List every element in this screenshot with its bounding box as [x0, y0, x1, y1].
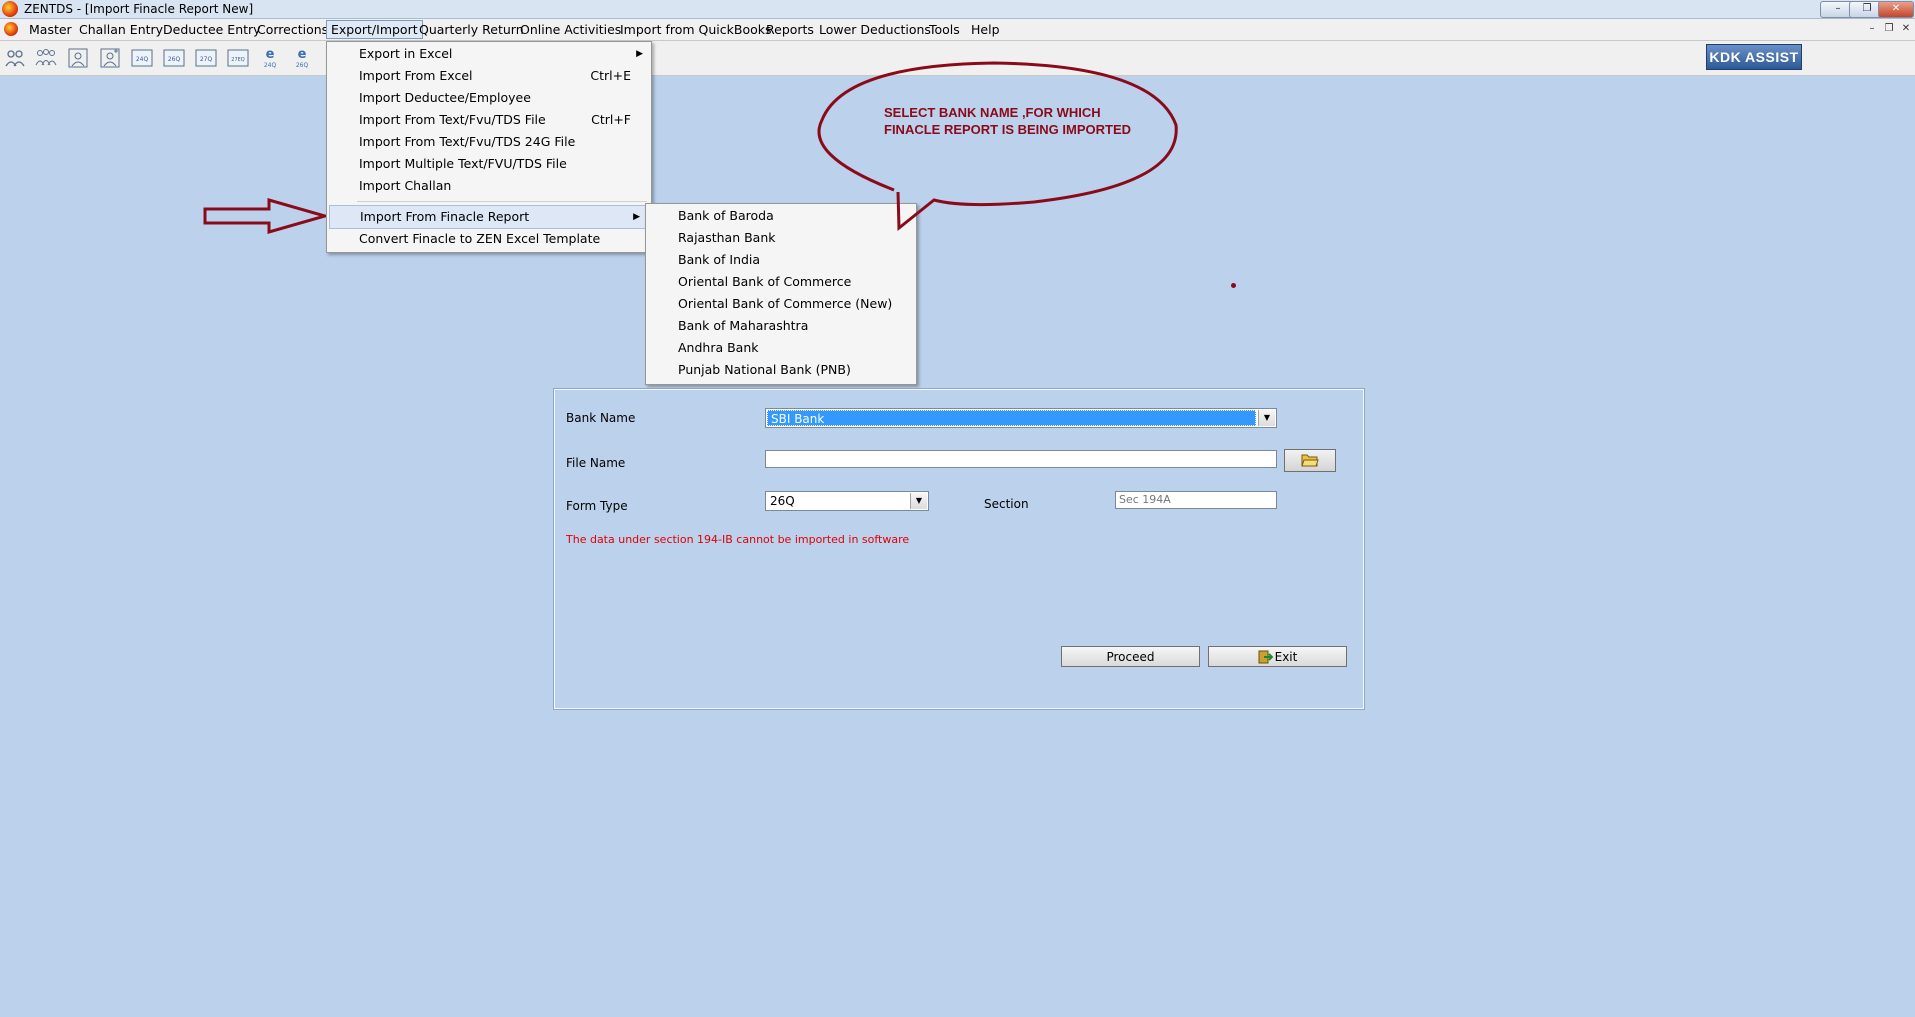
callout-line-1: SELECT BANK NAME ,FOR WHICH — [884, 105, 1101, 120]
submenu-arrow-icon: ▶ — [636, 49, 643, 59]
menu-import-multiple[interactable]: Import Multiple Text/FVU/TDS File — [327, 153, 651, 175]
svg-text:27EQ: 27EQ — [231, 57, 245, 63]
form-27eq-icon[interactable]: 27EQ — [227, 47, 249, 69]
menu-import-challan[interactable]: Import Challan — [327, 175, 651, 197]
red-arrow-annotation — [203, 198, 329, 234]
bank-item-obc[interactable]: Oriental Bank of Commerce — [646, 271, 916, 293]
file-name-input[interactable] — [765, 450, 1277, 468]
bank-item-maharashtra[interactable]: Bank of Maharashtra — [646, 315, 916, 337]
menu-quarterly-return[interactable]: Quarterly Return — [415, 21, 528, 38]
form-type-label: Form Type — [566, 499, 628, 513]
menu-export-import[interactable]: Export/Import — [326, 20, 423, 39]
exit-icon — [1258, 650, 1274, 664]
title-bar: ZENTDS - [Import Finacle Report New] – ❐… — [0, 0, 1915, 19]
menu-import-text-fvu[interactable]: Import From Text/Fvu/TDS File Ctrl+F — [327, 109, 651, 131]
chevron-down-icon[interactable]: ▼ — [910, 493, 927, 509]
svg-text:27Q: 27Q — [200, 56, 213, 63]
bank-item-pnb[interactable]: Punjab National Bank (PNB) — [646, 359, 916, 381]
bank-item-andhra[interactable]: Andhra Bank — [646, 337, 916, 359]
bank-item-india[interactable]: Bank of India — [646, 249, 916, 271]
form-type-value: 26Q — [770, 494, 795, 508]
mdi-close-icon[interactable]: ✕ — [1899, 22, 1913, 36]
menu-import-quickbooks[interactable]: Import from QuickBooks — [616, 21, 776, 38]
app-icon — [2, 1, 18, 17]
form-27q-icon[interactable]: 27Q — [195, 47, 217, 69]
section-label: Section — [984, 497, 1029, 511]
menu-reports[interactable]: Reports — [762, 21, 818, 38]
section-input[interactable]: Sec 194A — [1115, 491, 1277, 509]
menu-import-from-excel[interactable]: Import From Excel Ctrl+E — [327, 65, 651, 87]
file-name-label: File Name — [566, 456, 626, 470]
form-type-select[interactable]: 26Q ▼ — [765, 491, 929, 511]
menu-master[interactable]: Master — [25, 21, 76, 38]
menu-convert-finacle[interactable]: Convert Finacle to ZEN Excel Template — [327, 228, 651, 250]
menu-import-deductee[interactable]: Import Deductee/Employee — [327, 87, 651, 109]
annotation-dot — [1231, 283, 1236, 288]
proceed-label: Proceed — [1106, 650, 1155, 664]
exit-button[interactable]: Exit — [1208, 646, 1347, 667]
menu-import-finacle[interactable]: Import From Finacle Report ▶ — [329, 205, 649, 229]
menu-corrections[interactable]: Corrections — [253, 21, 332, 38]
bank-item-obc-new[interactable]: Oriental Bank of Commerce (New) — [646, 293, 916, 315]
e-26q-icon[interactable]: e 26Q — [291, 47, 313, 69]
svg-text:24Q: 24Q — [264, 62, 277, 69]
menu-bar: Master Challan Entry Deductee Entry Corr… — [0, 19, 1915, 41]
mdi-minimize-icon[interactable]: – — [1865, 22, 1879, 36]
exit-label: Exit — [1274, 650, 1298, 664]
svg-text:24Q: 24Q — [136, 56, 149, 63]
callout-text: SELECT BANK NAME ,FOR WHICH FINACLE REPO… — [884, 104, 1184, 138]
form-26q-icon[interactable]: 26Q — [163, 47, 185, 69]
open-folder-icon — [1301, 454, 1319, 467]
proceed-button[interactable]: Proceed — [1061, 646, 1200, 667]
chevron-down-icon[interactable]: ▼ — [1258, 410, 1275, 426]
svg-text:e: e — [298, 47, 307, 62]
svg-text:26Q: 26Q — [296, 62, 309, 69]
close-button[interactable]: ✕ — [1878, 1, 1914, 18]
export-import-menu: Export in Excel ▶ Import From Excel Ctrl… — [326, 41, 652, 253]
menu-lower-deductions[interactable]: Lower Deductions — [815, 21, 935, 38]
bank-name-select[interactable]: SBI Bank ▼ — [765, 408, 1277, 428]
mdi-restore-icon[interactable]: ❐ — [1882, 22, 1896, 36]
menu-separator — [357, 201, 647, 202]
user-add-icon[interactable] — [99, 47, 121, 69]
svg-text:e: e — [266, 47, 275, 62]
window-title: ZENTDS - [Import Finacle Report New] — [24, 2, 254, 16]
menu-tools[interactable]: Tools — [925, 21, 964, 38]
kdk-assist-button[interactable]: KDK ASSIST — [1706, 44, 1802, 70]
callout-line-2: FINACLE REPORT IS BEING IMPORTED — [884, 122, 1132, 137]
deductees-icon[interactable] — [35, 47, 57, 69]
menu-import-24g[interactable]: Import From Text/Fvu/TDS 24G File — [327, 131, 651, 153]
bank-name-value: SBI Bank — [767, 410, 1256, 426]
e-24q-icon[interactable]: e 24Q — [259, 47, 281, 69]
callout-bubble — [817, 61, 1178, 232]
menu-export-in-excel[interactable]: Export in Excel ▶ — [327, 43, 651, 65]
submenu-arrow-icon: ▶ — [633, 212, 640, 222]
menu-help[interactable]: Help — [967, 21, 1004, 38]
warning-message: The data under section 194-IB cannot be … — [566, 533, 910, 546]
user-icon[interactable] — [67, 47, 89, 69]
menu-online-activities[interactable]: Online Activities — [516, 21, 625, 38]
svg-text:26Q: 26Q — [168, 56, 181, 63]
menu-deductee-entry[interactable]: Deductee Entry — [159, 21, 265, 38]
bank-name-label: Bank Name — [566, 411, 636, 425]
browse-folder-button[interactable] — [1284, 449, 1336, 472]
form-24q-icon[interactable]: 24Q — [131, 47, 153, 69]
menu-challan-entry[interactable]: Challan Entry — [75, 21, 167, 38]
app-menu-icon[interactable] — [4, 22, 18, 36]
deductor-icon[interactable] — [4, 47, 26, 69]
